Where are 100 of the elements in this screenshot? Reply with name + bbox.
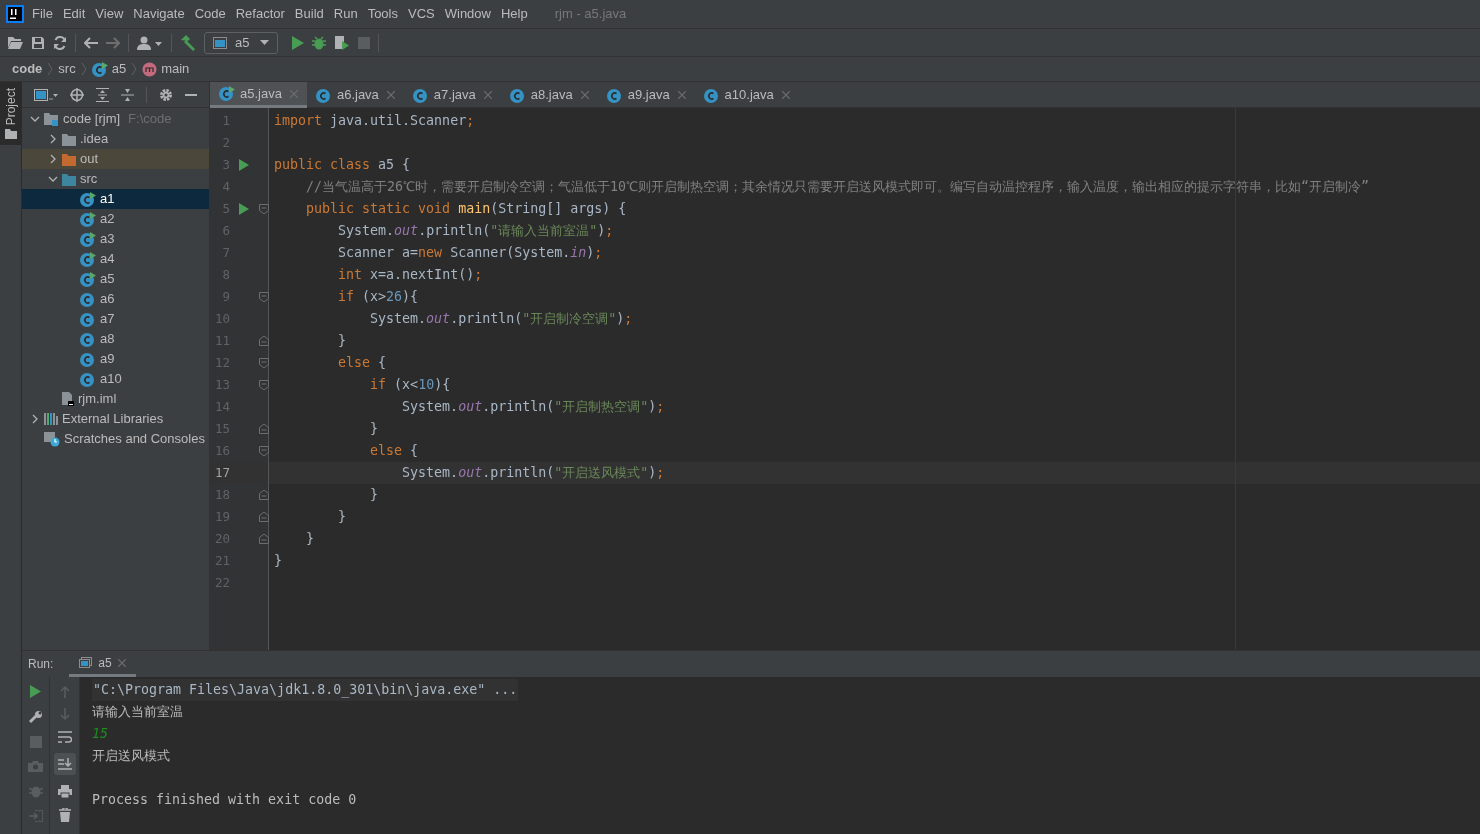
view-dropdown-icon[interactable] [34, 88, 58, 101]
close-icon[interactable] [483, 91, 492, 99]
tree-item[interactable]: a1 [22, 189, 209, 209]
tree-item[interactable]: a3 [22, 229, 209, 249]
project-side-tab[interactable]: Project [0, 82, 21, 146]
fold-marker-icon[interactable] [259, 336, 269, 346]
fold-marker-icon[interactable] [259, 490, 269, 500]
console-command: "C:\Program Files\Java\jdk1.8.0_301\bin\java.exe" ... [92, 679, 519, 701]
close-icon[interactable] [117, 658, 126, 667]
print-icon[interactable] [57, 785, 72, 798]
code-line: } [369, 486, 379, 505]
menu-item[interactable]: View [95, 4, 124, 24]
breadcrumb[interactable]: src [58, 59, 76, 79]
stop-icon[interactable] [358, 36, 370, 49]
tree-item[interactable]: a10 [22, 369, 209, 389]
forward-arrow-icon[interactable] [106, 36, 120, 49]
fold-marker-icon[interactable] [259, 292, 269, 302]
camera-icon[interactable] [28, 760, 43, 772]
close-icon[interactable] [580, 91, 589, 99]
menu-item[interactable]: Tools [367, 4, 398, 24]
menu-item[interactable]: Refactor [235, 4, 285, 24]
code-line: int x=a.nextInt(); [337, 266, 483, 285]
trash-icon[interactable] [58, 808, 71, 822]
tree-item[interactable]: Scratches and Consoles [22, 429, 209, 449]
menu-item[interactable]: File [32, 4, 53, 24]
file-tab[interactable]: a6.java [306, 82, 404, 108]
fold-marker-icon[interactable] [259, 424, 269, 434]
run-icon[interactable] [30, 685, 41, 698]
menu-item[interactable]: Navigate [133, 4, 185, 24]
soft-wrap-icon[interactable] [57, 731, 72, 743]
close-icon[interactable] [289, 89, 298, 98]
tree-item[interactable]: a8 [22, 329, 209, 349]
minimize-icon[interactable] [185, 93, 197, 96]
tree-item[interactable]: a6 [22, 289, 209, 309]
run-icon[interactable] [239, 159, 249, 171]
tree-item[interactable]: External Libraries [22, 409, 209, 429]
fold-marker-icon[interactable] [259, 204, 269, 214]
fold-marker-icon[interactable] [259, 446, 269, 456]
fold-marker-icon[interactable] [259, 512, 269, 522]
menu-item[interactable]: Window [444, 4, 491, 24]
close-icon[interactable] [677, 91, 686, 99]
wrench-icon[interactable] [28, 710, 43, 724]
locate-icon[interactable] [70, 87, 84, 102]
file-tab[interactable]: a10.java [694, 82, 799, 108]
menu-item[interactable]: Run [333, 4, 358, 24]
code-line: } [305, 530, 315, 549]
tree-item[interactable]: a7 [22, 309, 209, 329]
expand-all-icon[interactable] [96, 87, 109, 102]
menu-item[interactable]: Code [194, 4, 226, 24]
code-line: if (x>26){ [337, 288, 419, 307]
run-icon[interactable] [239, 203, 249, 215]
tree-item[interactable]: a2 [22, 209, 209, 229]
tree-item[interactable]: a4 [22, 249, 209, 269]
tree-item[interactable]: .idea [22, 129, 209, 149]
run-configuration-dropdown[interactable]: a5 [204, 31, 278, 54]
hammer-icon[interactable] [180, 34, 196, 51]
run-icon[interactable] [292, 35, 304, 50]
menu-item[interactable]: Edit [62, 4, 86, 24]
tree-item[interactable]: a9 [22, 349, 209, 369]
down-arrow-icon[interactable] [59, 708, 70, 721]
fold-marker-icon[interactable] [259, 534, 269, 544]
collapse-all-icon[interactable] [121, 87, 134, 102]
menu-item[interactable]: Build [294, 4, 324, 24]
back-arrow-icon[interactable] [84, 36, 98, 49]
tree-item[interactable]: src [22, 169, 209, 189]
close-icon[interactable] [781, 91, 790, 99]
save-icon[interactable] [31, 35, 45, 50]
code-line: import java.util.Scanner; [274, 112, 475, 131]
coverage-icon[interactable] [334, 35, 350, 50]
menu-item[interactable]: Help [500, 4, 528, 24]
fold-marker-icon[interactable] [259, 358, 269, 368]
file-tab[interactable]: a5.java [210, 82, 307, 108]
runnable-class-icon [91, 61, 108, 77]
stop-icon[interactable] [29, 736, 42, 748]
menu-item[interactable]: VCS [408, 4, 435, 24]
breadcrumb[interactable]: code [12, 59, 43, 79]
tree-item[interactable]: rjm.iml [22, 389, 209, 409]
code-line: } [337, 332, 347, 351]
close-icon[interactable] [386, 91, 395, 99]
up-arrow-icon[interactable] [59, 685, 70, 698]
code-line: public static void main(String[] args) { [305, 200, 627, 219]
runnable-class-icon [219, 86, 235, 101]
folder-icon [62, 152, 76, 166]
breadcrumb[interactable]: a5 [91, 59, 127, 79]
breadcrumb[interactable]: main [142, 59, 190, 79]
bug-icon[interactable] [312, 35, 326, 50]
file-tab[interactable]: a9.java [597, 82, 695, 108]
login-icon[interactable] [28, 810, 43, 822]
user-dropdown-icon[interactable] [137, 35, 163, 50]
open-folder-icon[interactable] [8, 36, 23, 49]
console-output: 请输入当前室温 [92, 703, 183, 722]
file-tab[interactable]: a7.java [403, 82, 501, 108]
tree-item[interactable]: a5 [22, 269, 209, 289]
sync-icon[interactable] [53, 35, 67, 50]
scroll-to-end-button[interactable] [53, 753, 76, 775]
tree-item[interactable]: out [22, 149, 209, 169]
file-tab[interactable]: a8.java [500, 82, 598, 108]
fold-marker-icon[interactable] [259, 380, 269, 390]
settings-icon[interactable] [159, 87, 173, 102]
bug-icon[interactable] [28, 784, 43, 798]
